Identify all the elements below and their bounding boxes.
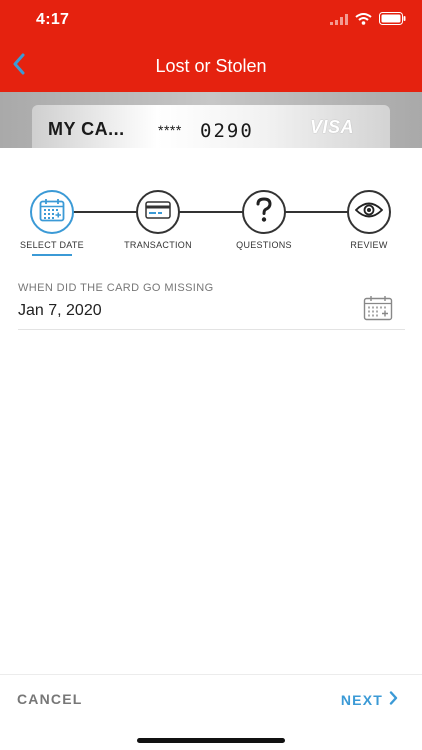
step-circle	[347, 190, 391, 234]
active-step-indicator	[32, 254, 72, 256]
card-last-digits: 0290	[200, 120, 254, 142]
signal-icon	[330, 12, 348, 30]
step-circle	[242, 190, 286, 234]
battery-icon	[379, 12, 406, 30]
missing-date-label: WHEN DID THE CARD GO MISSING	[18, 282, 214, 294]
next-button[interactable]: NEXT	[341, 691, 398, 708]
status-bar: 4:17	[0, 0, 422, 44]
missing-date-value[interactable]: Jan 7, 2020	[18, 302, 102, 320]
step-label: REVIEW	[350, 240, 388, 250]
step-circle	[30, 190, 74, 234]
step-review[interactable]: REVIEW	[324, 190, 414, 250]
app-header: 4:17 Lost or Stolen	[0, 0, 422, 92]
cancel-button[interactable]: CANCEL	[17, 691, 83, 707]
chevron-right-icon	[389, 691, 398, 708]
step-select-date[interactable]: SELECT DATE	[7, 190, 97, 256]
card-name: MY CA...	[48, 119, 125, 139]
step-circle	[136, 190, 180, 234]
calendar-icon[interactable]	[363, 295, 393, 321]
home-indicator	[137, 738, 285, 743]
calendar-icon	[39, 198, 65, 227]
card-banner: MY CA... **** 0290 VISA	[0, 92, 422, 148]
status-icons	[330, 12, 406, 30]
page-title: Lost or Stolen	[155, 56, 267, 76]
next-button-label: NEXT	[340, 691, 383, 708]
card-masked-digits: ****	[158, 122, 182, 138]
status-time: 4:17	[36, 11, 70, 28]
stepper-line	[52, 211, 370, 213]
question-icon	[254, 196, 274, 228]
progress-stepper: SELECT DATE TRANSACTION QUESTIONS REVIEW	[0, 190, 422, 260]
step-transaction[interactable]: TRANSACTION	[113, 190, 203, 250]
credit-card-icon	[145, 200, 171, 224]
step-label: TRANSACTION	[124, 240, 192, 250]
step-questions[interactable]: QUESTIONS	[219, 190, 309, 250]
step-label: SELECT DATE	[20, 240, 84, 250]
wifi-icon	[355, 12, 372, 30]
step-label: QUESTIONS	[236, 240, 292, 250]
eye-icon	[354, 201, 384, 224]
card-brand-logo: VISA	[310, 117, 355, 137]
card-preview: MY CA... **** 0290 VISA	[32, 105, 390, 148]
missing-date-field[interactable]: WHEN DID THE CARD GO MISSING Jan 7, 2020	[18, 276, 405, 330]
